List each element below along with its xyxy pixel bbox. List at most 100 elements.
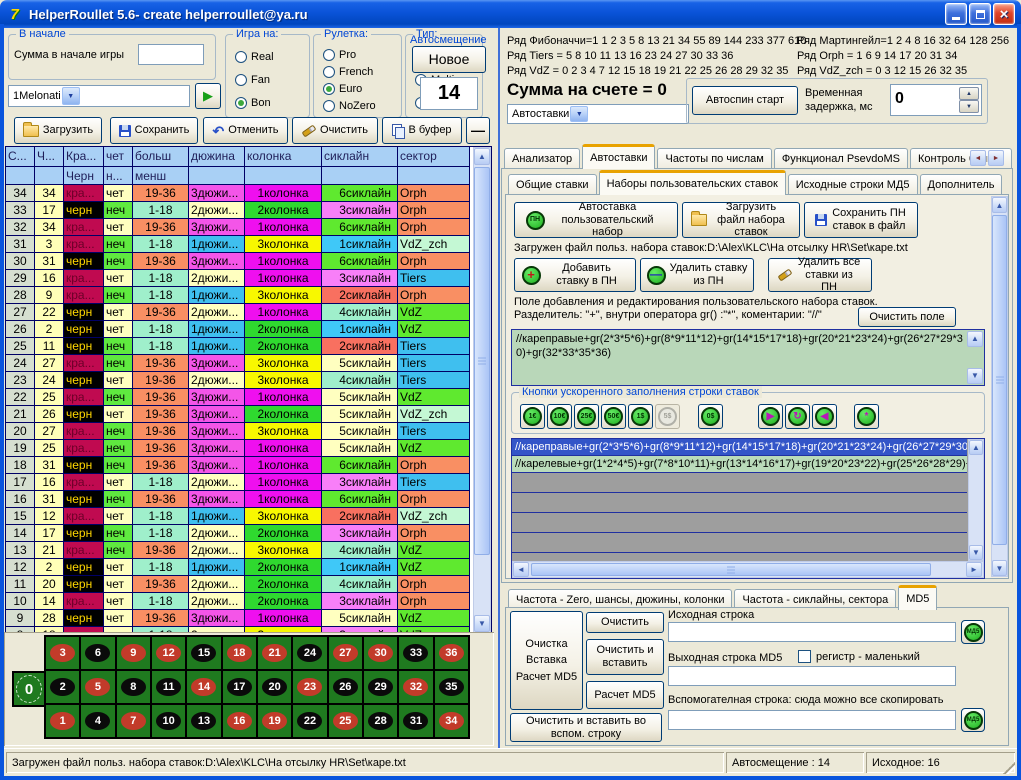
- board-cell-35[interactable]: 35: [435, 671, 468, 703]
- board-cell-20[interactable]: 20: [258, 671, 291, 703]
- panel-scrollbar-thumb[interactable]: [992, 215, 1007, 545]
- resize-grip[interactable]: [1003, 762, 1015, 774]
- autobet-user-set-button[interactable]: ПН Автоставка пользовательский набор: [514, 202, 678, 238]
- md5-run-button[interactable]: МД5: [961, 620, 985, 644]
- chip-button-0$[interactable]: 0$: [698, 404, 723, 429]
- clear-field-button[interactable]: Очистить поле: [858, 307, 956, 327]
- board-cell-3[interactable]: 3: [46, 637, 79, 669]
- table-row[interactable]: 289кра...неч1-181дюжи...3колонка2сиклайн…: [6, 287, 491, 304]
- board-cell-29[interactable]: 29: [364, 671, 397, 703]
- board-cell-1[interactable]: 1: [46, 705, 79, 737]
- play-button[interactable]: ▶: [195, 83, 221, 109]
- table-row[interactable]: 2225кра...неч19-363дюжи...1колонка5сикла…: [6, 389, 491, 406]
- table-row[interactable]: 1014кра...чет1-182дюжи...2колонка3сиклай…: [6, 593, 491, 610]
- table-row[interactable]: 1631черннеч19-363дюжи...1колонка6сиклайн…: [6, 491, 491, 508]
- chip-button-50€[interactable]: 50€: [601, 404, 626, 429]
- bet-list-vscrollbar[interactable]: ▲ ▼: [968, 439, 984, 561]
- sub-tab-3[interactable]: Дополнитель: [920, 174, 1003, 195]
- board-cell-18[interactable]: 18: [223, 637, 256, 669]
- board-cell-21[interactable]: 21: [258, 637, 291, 669]
- table-row[interactable]: 2916кра...чет1-182дюжи...1колонка3сиклай…: [6, 270, 491, 287]
- table-scrollbar[interactable]: ▲ ▼: [473, 147, 491, 633]
- chip-button-1€[interactable]: 1€: [520, 404, 545, 429]
- bet-set-row-empty[interactable]: [512, 473, 967, 493]
- board-cell-6[interactable]: 6: [81, 637, 114, 669]
- radio-option-real[interactable]: Real: [235, 51, 306, 63]
- board-cell-27[interactable]: 27: [329, 637, 362, 669]
- chip-button-10€[interactable]: 10€: [547, 404, 572, 429]
- toolbar-button-5[interactable]: —: [466, 117, 490, 144]
- board-cell-28[interactable]: 28: [364, 705, 397, 737]
- board-cell-26[interactable]: 26: [329, 671, 362, 703]
- table-row[interactable]: 2126чернчет19-363дюжи...2колонка5сиклайн…: [6, 406, 491, 423]
- board-cell-22[interactable]: 22: [293, 705, 326, 737]
- start-sum-input[interactable]: [138, 44, 204, 65]
- md5-aux-run-button[interactable]: МД5: [961, 708, 985, 732]
- md5-clear-paste-aux-button[interactable]: Очистить и вставить во вспом. строку: [510, 713, 662, 742]
- board-cell-8[interactable]: 8: [117, 671, 150, 703]
- minimize-button[interactable]: [945, 3, 967, 25]
- chip-button-25€[interactable]: 25€: [574, 404, 599, 429]
- table-row[interactable]: 2324чернчет19-362дюжи...3колонка4сиклайн…: [6, 372, 491, 389]
- tab-scroll-right-icon[interactable]: ►: [988, 150, 1004, 166]
- md5-source-input[interactable]: [668, 622, 956, 642]
- radio-option-bon[interactable]: Bon: [235, 97, 306, 109]
- bet-set-list[interactable]: //кареправые+gr(2*3*5*6)+gr(8*9*11*12)+g…: [511, 438, 985, 579]
- board-cell-31[interactable]: 31: [399, 705, 432, 737]
- bet-set-row-empty[interactable]: [512, 533, 967, 553]
- table-row[interactable]: 2722чернчет19-362дюжи...1колонка4сиклайн…: [6, 304, 491, 321]
- board-cell-7[interactable]: 7: [117, 705, 150, 737]
- radio-option-nozero[interactable]: NoZero: [323, 100, 398, 112]
- table-row[interactable]: 1417черннеч1-182дюжи...2колонка3сиклайнO…: [6, 525, 491, 542]
- spinner-down-icon[interactable]: ▼: [959, 100, 979, 113]
- board-cell-23[interactable]: 23: [293, 671, 326, 703]
- table-row[interactable]: 3234кра...чет19-363дюжи...1колонка6сикла…: [6, 219, 491, 236]
- repeat-icon[interactable]: ↻: [785, 404, 810, 429]
- scroll-up-icon[interactable]: ▲: [969, 440, 983, 455]
- delete-bet-button[interactable]: — Удалить ставку из ПН: [640, 258, 754, 292]
- board-cell-30[interactable]: 30: [364, 637, 397, 669]
- table-row[interactable]: 313кра...неч1-181дюжи...3колонка1сиклайн…: [6, 236, 491, 253]
- play-icon[interactable]: ▶: [758, 404, 783, 429]
- md5-calc-button[interactable]: Расчет MD5: [586, 681, 664, 709]
- md5-output-input[interactable]: [668, 666, 956, 686]
- table-row[interactable]: 3317черннеч1-182дюжи...2колонка3сиклайнO…: [6, 202, 491, 219]
- lowercase-checkbox[interactable]: [798, 650, 811, 663]
- table-row[interactable]: 2427кра...неч19-363дюжи...3колонка5сикла…: [6, 355, 491, 372]
- maximize-button[interactable]: [969, 3, 991, 25]
- board-cell-19[interactable]: 19: [258, 705, 291, 737]
- board-cell-2[interactable]: 2: [46, 671, 79, 703]
- radio-option-french[interactable]: French: [323, 66, 398, 78]
- main-tab-2[interactable]: Частоты по числам: [657, 148, 771, 169]
- new-number-button[interactable]: Новое: [412, 46, 486, 73]
- spinner-up-icon[interactable]: ▲: [959, 87, 979, 100]
- bet-set-row[interactable]: //кареправые+gr(2*3*5*6)+gr(8*9*11*12)+g…: [512, 439, 967, 456]
- board-cell-5[interactable]: 5: [81, 671, 114, 703]
- board-cell-25[interactable]: 25: [329, 705, 362, 737]
- toolbar-button-4[interactable]: В буфер: [382, 117, 462, 144]
- scroll-down-icon[interactable]: ▼: [969, 545, 983, 560]
- bet-set-row[interactable]: //карелевые+gr(1*2*4*5)+gr(7*8*10*11)+gr…: [512, 456, 967, 473]
- board-cell-4[interactable]: 4: [81, 705, 114, 737]
- board-cell-24[interactable]: 24: [293, 637, 326, 669]
- add-bet-button[interactable]: + Добавить ставку в ПН: [514, 258, 636, 292]
- board-cell-36[interactable]: 36: [435, 637, 468, 669]
- radio-option-euro[interactable]: Euro: [323, 83, 398, 95]
- table-row[interactable]: 2027кра...неч19-363дюжи...3колонка5сикла…: [6, 423, 491, 440]
- table-row[interactable]: 1321кра...неч19-362дюжи...3колонка4сикла…: [6, 542, 491, 559]
- main-tab-1[interactable]: Автоставки: [582, 144, 655, 169]
- board-zero-cell[interactable]: 0: [12, 671, 46, 707]
- table-row[interactable]: 122чернчет1-181дюжи...2колонка1сиклайнVd…: [6, 559, 491, 576]
- board-cell-16[interactable]: 16: [223, 705, 256, 737]
- sub-tab-1[interactable]: Наборы пользовательских ставок: [599, 170, 786, 195]
- board-cell-32[interactable]: 32: [399, 671, 432, 703]
- board-cell-11[interactable]: 11: [152, 671, 185, 703]
- sub-tab-2[interactable]: Исходные строки МД5: [788, 174, 918, 195]
- bet-edit-textarea[interactable]: //кареправые+gr(2*3*5*6)+gr(8*9*11*12)+g…: [511, 329, 985, 386]
- board-cell-33[interactable]: 33: [399, 637, 432, 669]
- radio-option-pro[interactable]: Pro: [323, 49, 398, 61]
- table-row[interactable]: 1831черннеч19-363дюжи...1колонка6сиклайн…: [6, 457, 491, 474]
- delay-spinner[interactable]: 0 ▲ ▼: [890, 84, 982, 116]
- bottom-tab-2[interactable]: MD5: [898, 585, 937, 610]
- md5-clear-button[interactable]: Очистить: [586, 612, 664, 633]
